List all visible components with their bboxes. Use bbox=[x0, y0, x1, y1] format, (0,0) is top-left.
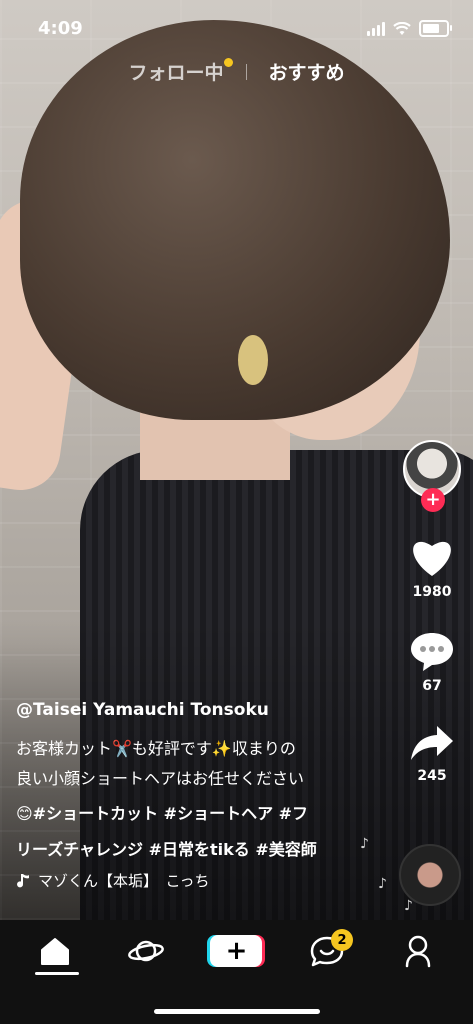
tab-following[interactable]: フォロー中 bbox=[128, 58, 233, 85]
status-bar: 4:09 bbox=[0, 0, 473, 50]
discover-icon bbox=[127, 940, 164, 962]
tab-divider bbox=[245, 63, 247, 80]
feed-tabs: フォロー中 おすすめ bbox=[0, 58, 473, 85]
caption-line-2: 良い小顔ショートヘアはお任せください bbox=[16, 769, 305, 788]
battery-icon bbox=[419, 20, 452, 37]
earring bbox=[238, 335, 268, 385]
nav-inbox[interactable]: 2 bbox=[297, 927, 357, 975]
music-note-icon: ♪ bbox=[378, 876, 387, 892]
nav-create[interactable]: + bbox=[206, 927, 266, 975]
comment-button[interactable]: 67 bbox=[409, 630, 455, 694]
hashtags-line-2[interactable]: リーズチャレンジ #日常をtikる #美容師 bbox=[16, 834, 386, 866]
creator-username[interactable]: @Taisei Yamauchi Tonsoku bbox=[16, 700, 386, 720]
tab-following-label: フォロー中 bbox=[128, 62, 224, 84]
music-title: マゾくん【本垢】 こっち bbox=[38, 872, 210, 890]
music-info[interactable]: マゾくん【本垢】 こっち bbox=[16, 870, 386, 891]
share-icon bbox=[411, 726, 453, 760]
follow-plus-icon[interactable]: + bbox=[421, 488, 445, 512]
music-note-icon bbox=[17, 873, 29, 887]
nav-profile[interactable] bbox=[388, 927, 448, 975]
profile-icon bbox=[405, 935, 430, 968]
nav-home[interactable] bbox=[25, 927, 85, 975]
bottom-navigation: + 2 bbox=[0, 920, 473, 1024]
inbox-badge: 2 bbox=[331, 929, 354, 951]
heart-icon bbox=[413, 541, 451, 576]
action-rail: + 1980 67 245 bbox=[401, 440, 463, 784]
creator-avatar-button[interactable]: + bbox=[403, 440, 461, 512]
like-button[interactable]: 1980 bbox=[409, 536, 455, 600]
share-count: 245 bbox=[417, 768, 447, 784]
comment-count: 67 bbox=[422, 678, 442, 694]
share-button[interactable]: 245 bbox=[409, 724, 455, 784]
like-count: 1980 bbox=[412, 584, 452, 600]
music-disc-button[interactable] bbox=[399, 844, 461, 906]
cellular-signal-icon bbox=[367, 21, 385, 36]
wifi-icon bbox=[393, 21, 411, 35]
music-note-icon: ♪ bbox=[360, 836, 369, 852]
home-indicator bbox=[154, 1009, 320, 1014]
nav-discover[interactable] bbox=[116, 927, 176, 975]
video-caption: @Taisei Yamauchi Tonsoku お客様カット✂️も好評です✨収… bbox=[16, 700, 386, 891]
new-content-dot bbox=[223, 58, 233, 67]
home-icon bbox=[41, 938, 70, 965]
active-tab-indicator bbox=[35, 972, 80, 975]
battery-fill bbox=[423, 24, 439, 33]
caption-line-1: お客様カット✂️も好評です✨収まりの bbox=[16, 739, 296, 758]
tab-for-you[interactable]: おすすめ bbox=[269, 58, 345, 85]
comment-icon bbox=[411, 633, 453, 671]
hashtags-line-1[interactable]: 😊#ショートカット #ショートヘア #フ bbox=[16, 798, 386, 830]
status-time: 4:09 bbox=[38, 18, 83, 39]
create-icon: + bbox=[210, 935, 263, 967]
